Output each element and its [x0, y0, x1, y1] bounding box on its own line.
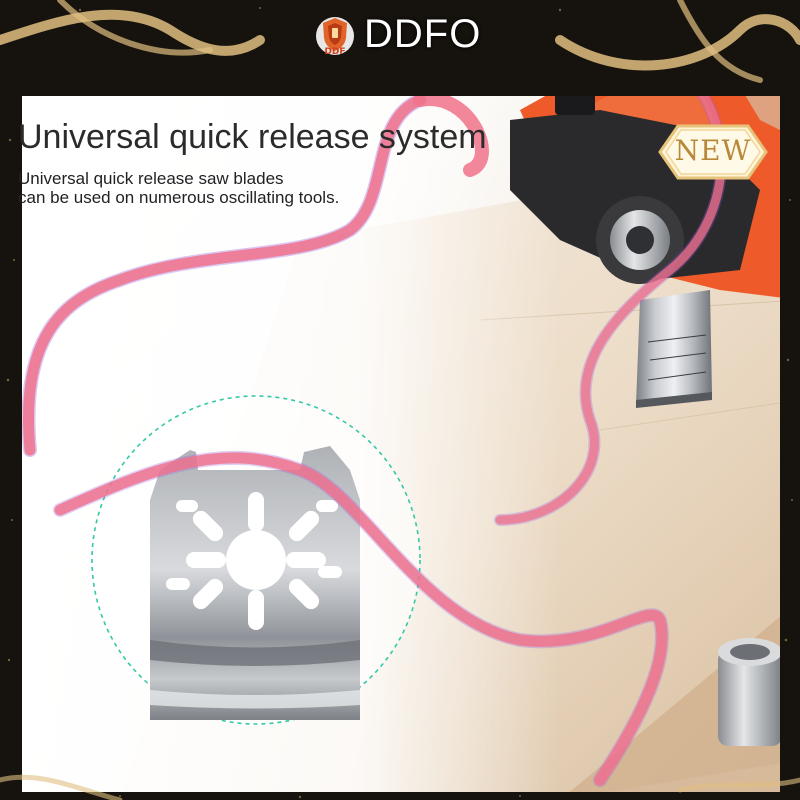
description: Universal quick release saw blades can b… — [18, 169, 438, 207]
blade-in-wood — [636, 290, 712, 408]
new-badge-label: NEW — [674, 134, 752, 167]
metal-bolt — [718, 638, 782, 746]
product-image: DDF DDFO NEW Universal quick release sys… — [0, 0, 800, 800]
headline: Universal quick release system — [18, 118, 487, 156]
brand-logo-text: DDF — [324, 47, 346, 57]
description-line-2: can be used on numerous oscillating tool… — [18, 188, 340, 207]
description-line-1: Universal quick release saw blades — [18, 169, 284, 188]
brand-name: DDFO — [364, 12, 482, 56]
